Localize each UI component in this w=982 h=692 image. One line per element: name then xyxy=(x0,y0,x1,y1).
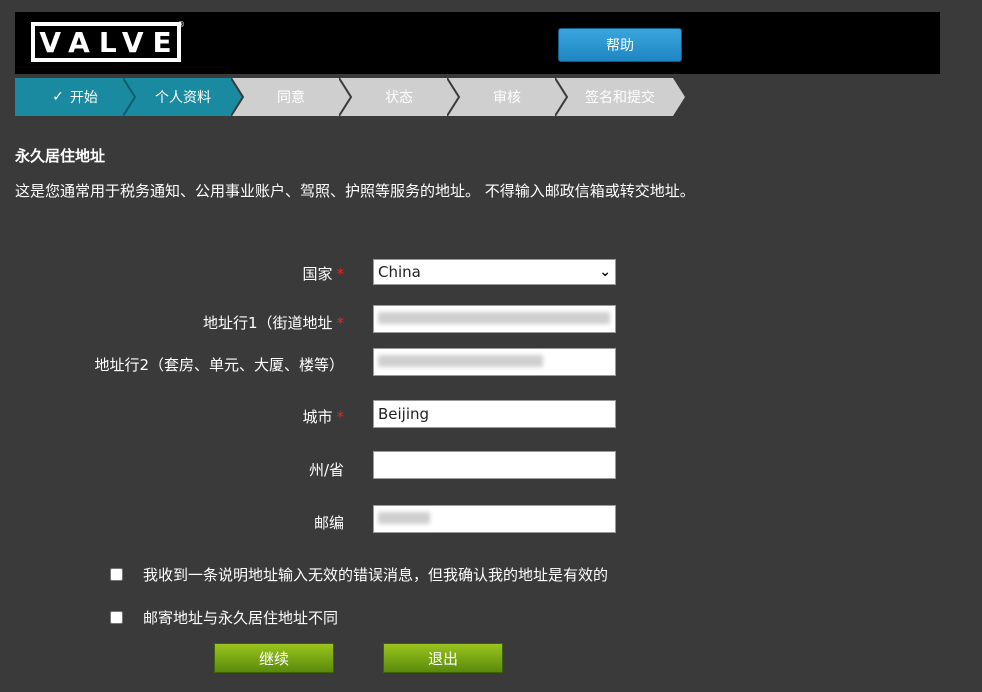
city-value: Beijing xyxy=(378,405,430,423)
required-marker: * xyxy=(336,408,345,426)
country-select[interactable]: China ⌄ xyxy=(373,259,616,285)
step-progress: ✓ 开始 个人资料 同意 状态 审核 签名和提交 xyxy=(15,78,685,116)
redacted-address1 xyxy=(378,312,610,324)
mailing-different-row: 邮寄地址与永久居住地址不同 xyxy=(110,607,338,628)
section-description: 这是您通常用于税务通知、公用事业账户、驾照、护照等服务的地址。 不得输入邮政信箱… xyxy=(15,182,695,200)
trademark-mark: ® xyxy=(177,20,185,29)
mailing-different-checkbox[interactable] xyxy=(110,611,123,624)
country-label: 国家 * xyxy=(302,263,344,284)
redacted-postal xyxy=(378,512,430,524)
required-marker: * xyxy=(336,265,345,283)
redacted-address2 xyxy=(378,355,543,367)
invalid-confirm-label: 我收到一条说明地址输入无效的错误消息，但我确认我的地址是有效的 xyxy=(143,566,609,584)
city-input[interactable]: Beijing xyxy=(373,400,616,428)
postal-label: 邮编 xyxy=(313,514,344,532)
step-start-label: 开始 xyxy=(69,90,98,106)
state-label: 州/省 xyxy=(308,461,344,479)
country-label-text: 国家 xyxy=(302,265,333,283)
address1-label: 地址行1（街道地址 * xyxy=(203,312,344,333)
state-input[interactable] xyxy=(373,451,616,479)
step-profile[interactable]: 个人资料 xyxy=(123,78,243,116)
exit-button[interactable]: 退出 xyxy=(383,643,503,673)
step-review[interactable]: 审核 xyxy=(447,78,567,116)
invalid-confirm-row: 我收到一条说明地址输入无效的错误消息，但我确认我的地址是有效的 xyxy=(110,564,608,585)
step-agree-label: 同意 xyxy=(277,90,305,106)
chevron-down-icon: ⌄ xyxy=(599,264,611,280)
step-agree[interactable]: 同意 xyxy=(231,78,351,116)
step-sign-submit[interactable]: 签名和提交 xyxy=(555,78,685,116)
address1-input[interactable] xyxy=(373,305,616,333)
address2-input[interactable] xyxy=(373,348,616,376)
check-icon: ✓ xyxy=(52,89,64,105)
step-review-label: 审核 xyxy=(493,90,521,106)
step-status[interactable]: 状态 xyxy=(339,78,459,116)
city-label-text: 城市 xyxy=(302,408,333,426)
section-title: 永久居住地址 xyxy=(15,147,106,165)
address1-label-text: 地址行1（街道地址 xyxy=(202,314,333,332)
city-label: 城市 * xyxy=(302,406,344,427)
top-bar: VALVE ® 帮助 xyxy=(15,12,940,74)
address2-label: 地址行2（套房、单元、大厦、楼等） xyxy=(94,356,344,374)
step-start[interactable]: ✓ 开始 xyxy=(15,78,135,116)
help-button[interactable]: 帮助 xyxy=(558,28,682,62)
valve-logo[interactable]: VALVE ® xyxy=(31,20,185,62)
required-marker: * xyxy=(336,314,345,332)
mailing-different-label: 邮寄地址与永久居住地址不同 xyxy=(143,609,339,627)
country-value: China xyxy=(378,263,421,281)
continue-button[interactable]: 继续 xyxy=(214,643,334,673)
postal-input[interactable] xyxy=(373,505,616,533)
logo-text: VALVE xyxy=(39,25,181,59)
invalid-confirm-checkbox[interactable] xyxy=(110,568,123,581)
step-status-label: 状态 xyxy=(385,90,413,106)
step-profile-label: 个人资料 xyxy=(155,90,211,106)
step-sign-submit-label: 签名和提交 xyxy=(585,90,655,106)
